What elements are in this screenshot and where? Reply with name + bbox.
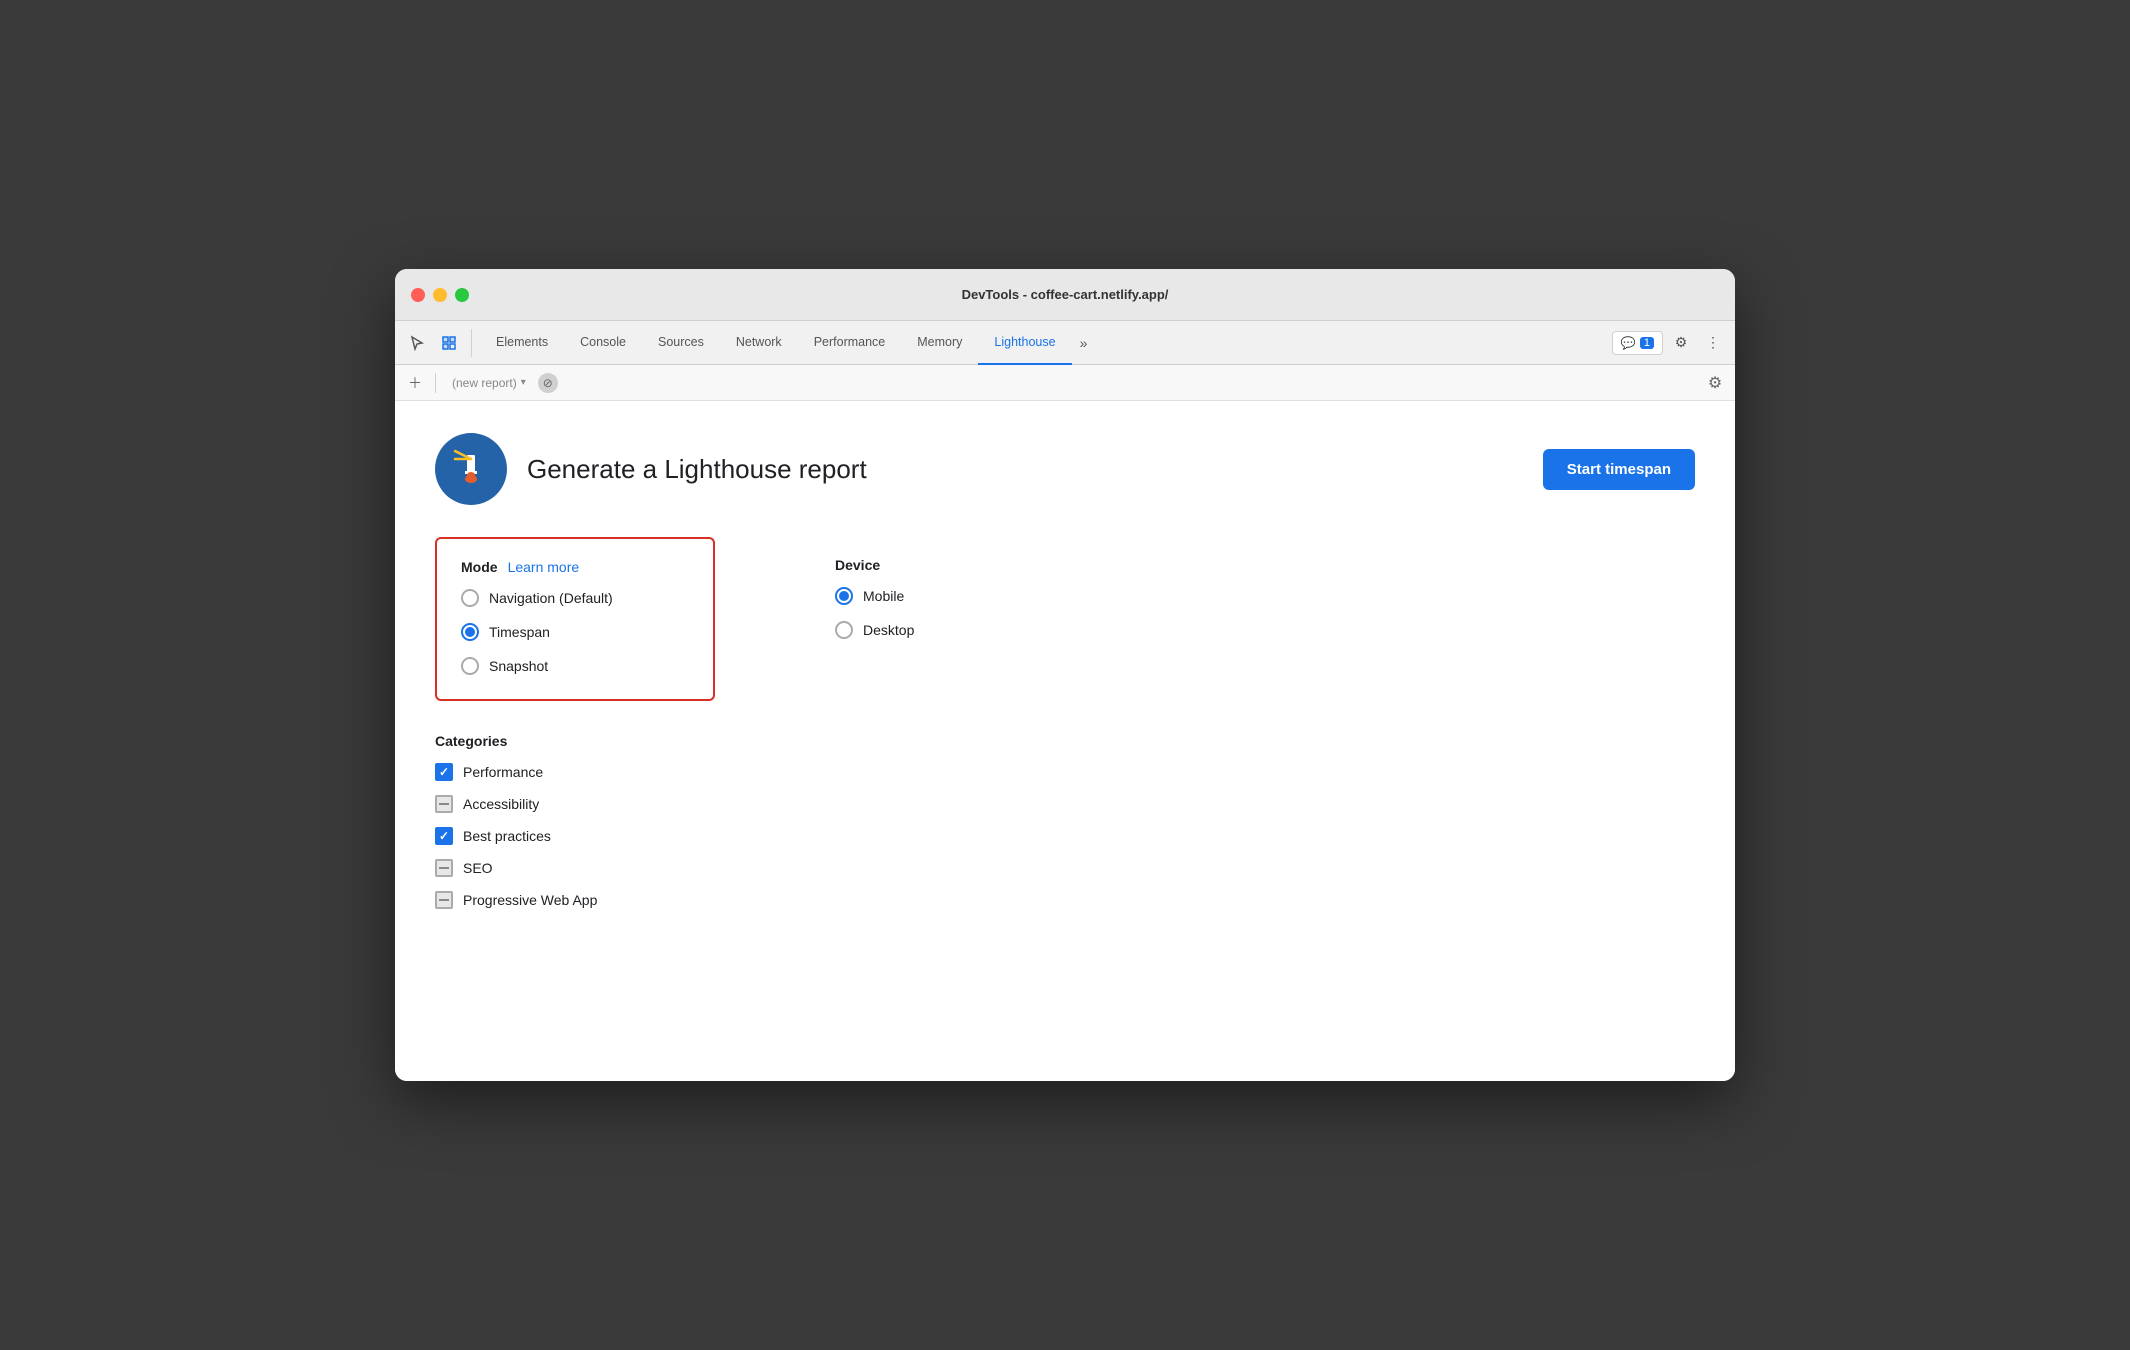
mode-device-row: Mode Learn more Navigation (Default) Tim…	[435, 537, 1695, 701]
radio-mobile-inner	[839, 591, 849, 601]
notifications-button[interactable]: 💬 1	[1612, 331, 1663, 355]
window-title: DevTools - coffee-cart.netlify.app/	[962, 287, 1169, 302]
mode-timespan[interactable]: Timespan	[461, 623, 689, 641]
mode-section: Mode Learn more Navigation (Default) Tim…	[435, 537, 715, 701]
category-pwa[interactable]: Progressive Web App	[435, 891, 1695, 909]
divider	[435, 373, 436, 393]
tab-sources[interactable]: Sources	[642, 321, 720, 365]
device-desktop[interactable]: Desktop	[835, 621, 914, 639]
device-mobile[interactable]: Mobile	[835, 587, 914, 605]
category-accessibility[interactable]: Accessibility	[435, 795, 1695, 813]
subtoolbar: ＋ (new report) ▾ ⊘ ⚙	[395, 365, 1735, 401]
mode-navigation[interactable]: Navigation (Default)	[461, 589, 689, 607]
checkbox-seo	[435, 859, 453, 877]
cancel-report-button[interactable]: ⊘	[538, 373, 558, 393]
mode-snapshot[interactable]: Snapshot	[461, 657, 689, 675]
categories-label: Categories	[435, 733, 1695, 749]
radio-desktop-circle	[835, 621, 853, 639]
category-seo[interactable]: SEO	[435, 859, 1695, 877]
lighthouse-logo	[435, 433, 507, 505]
radio-mobile-circle	[835, 587, 853, 605]
chevron-down-icon: ▾	[521, 377, 526, 388]
categories-section: Categories ✓ Performance Accessibility	[435, 733, 1695, 909]
tab-elements[interactable]: Elements	[480, 321, 564, 365]
tab-lighthouse[interactable]: Lighthouse	[978, 321, 1071, 365]
report-header: Generate a Lighthouse report Start times…	[435, 433, 1695, 505]
report-selector[interactable]: (new report) ▾	[444, 374, 534, 392]
settings-icon[interactable]: ⚙	[1667, 329, 1695, 357]
radio-navigation-circle	[461, 589, 479, 607]
report-title: Generate a Lighthouse report	[527, 454, 867, 485]
close-button[interactable]	[411, 288, 425, 302]
devtools-window: DevTools - coffee-cart.netlify.app/ Elem	[395, 269, 1735, 1081]
report-title-group: Generate a Lighthouse report	[435, 433, 867, 505]
checkbox-performance: ✓	[435, 763, 453, 781]
device-label: Device	[835, 557, 914, 573]
mode-label: Mode Learn more	[461, 559, 689, 575]
checkbox-best-practices: ✓	[435, 827, 453, 845]
cursor-icon[interactable]	[403, 329, 431, 357]
traffic-lights	[411, 288, 469, 302]
report-name: (new report)	[452, 376, 517, 390]
inspect-icon[interactable]	[435, 329, 463, 357]
checkbox-accessibility	[435, 795, 453, 813]
tab-performance[interactable]: Performance	[798, 321, 902, 365]
tab-memory[interactable]: Memory	[901, 321, 978, 365]
start-timespan-button[interactable]: Start timespan	[1543, 449, 1695, 490]
more-tabs-button[interactable]: »	[1072, 321, 1096, 365]
mode-radio-group: Navigation (Default) Timespan Snapshot	[461, 589, 689, 675]
device-section: Device Mobile Desktop	[835, 537, 914, 701]
chat-icon: 💬	[1621, 336, 1636, 350]
tab-console[interactable]: Console	[564, 321, 642, 365]
category-performance[interactable]: ✓ Performance	[435, 763, 1695, 781]
device-radio-group: Mobile Desktop	[835, 587, 914, 639]
category-best-practices[interactable]: ✓ Best practices	[435, 827, 1695, 845]
checkbox-group: ✓ Performance Accessibility ✓ Best	[435, 763, 1695, 909]
main-content: Generate a Lighthouse report Start times…	[395, 401, 1735, 1081]
tab-network[interactable]: Network	[720, 321, 798, 365]
radio-timespan-inner	[465, 627, 475, 637]
tab-actions: 💬 1 ⚙ ⋮	[1612, 329, 1727, 357]
checkbox-pwa	[435, 891, 453, 909]
devtools-tabbar: Elements Console Sources Network Perform…	[395, 321, 1735, 365]
add-report-button[interactable]: ＋	[403, 371, 427, 395]
badge-count: 1	[1640, 337, 1654, 349]
learn-more-link[interactable]: Learn more	[508, 559, 580, 575]
tab-list: Elements Console Sources Network Perform…	[480, 321, 1612, 365]
devtools-icon-group	[403, 329, 472, 357]
report-settings-icon[interactable]: ⚙	[1703, 371, 1727, 395]
maximize-button[interactable]	[455, 288, 469, 302]
radio-snapshot-circle	[461, 657, 479, 675]
minimize-button[interactable]	[433, 288, 447, 302]
title-bar: DevTools - coffee-cart.netlify.app/	[395, 269, 1735, 321]
more-options-icon[interactable]: ⋮	[1699, 329, 1727, 357]
cancel-icon: ⊘	[543, 376, 553, 390]
radio-timespan-circle	[461, 623, 479, 641]
